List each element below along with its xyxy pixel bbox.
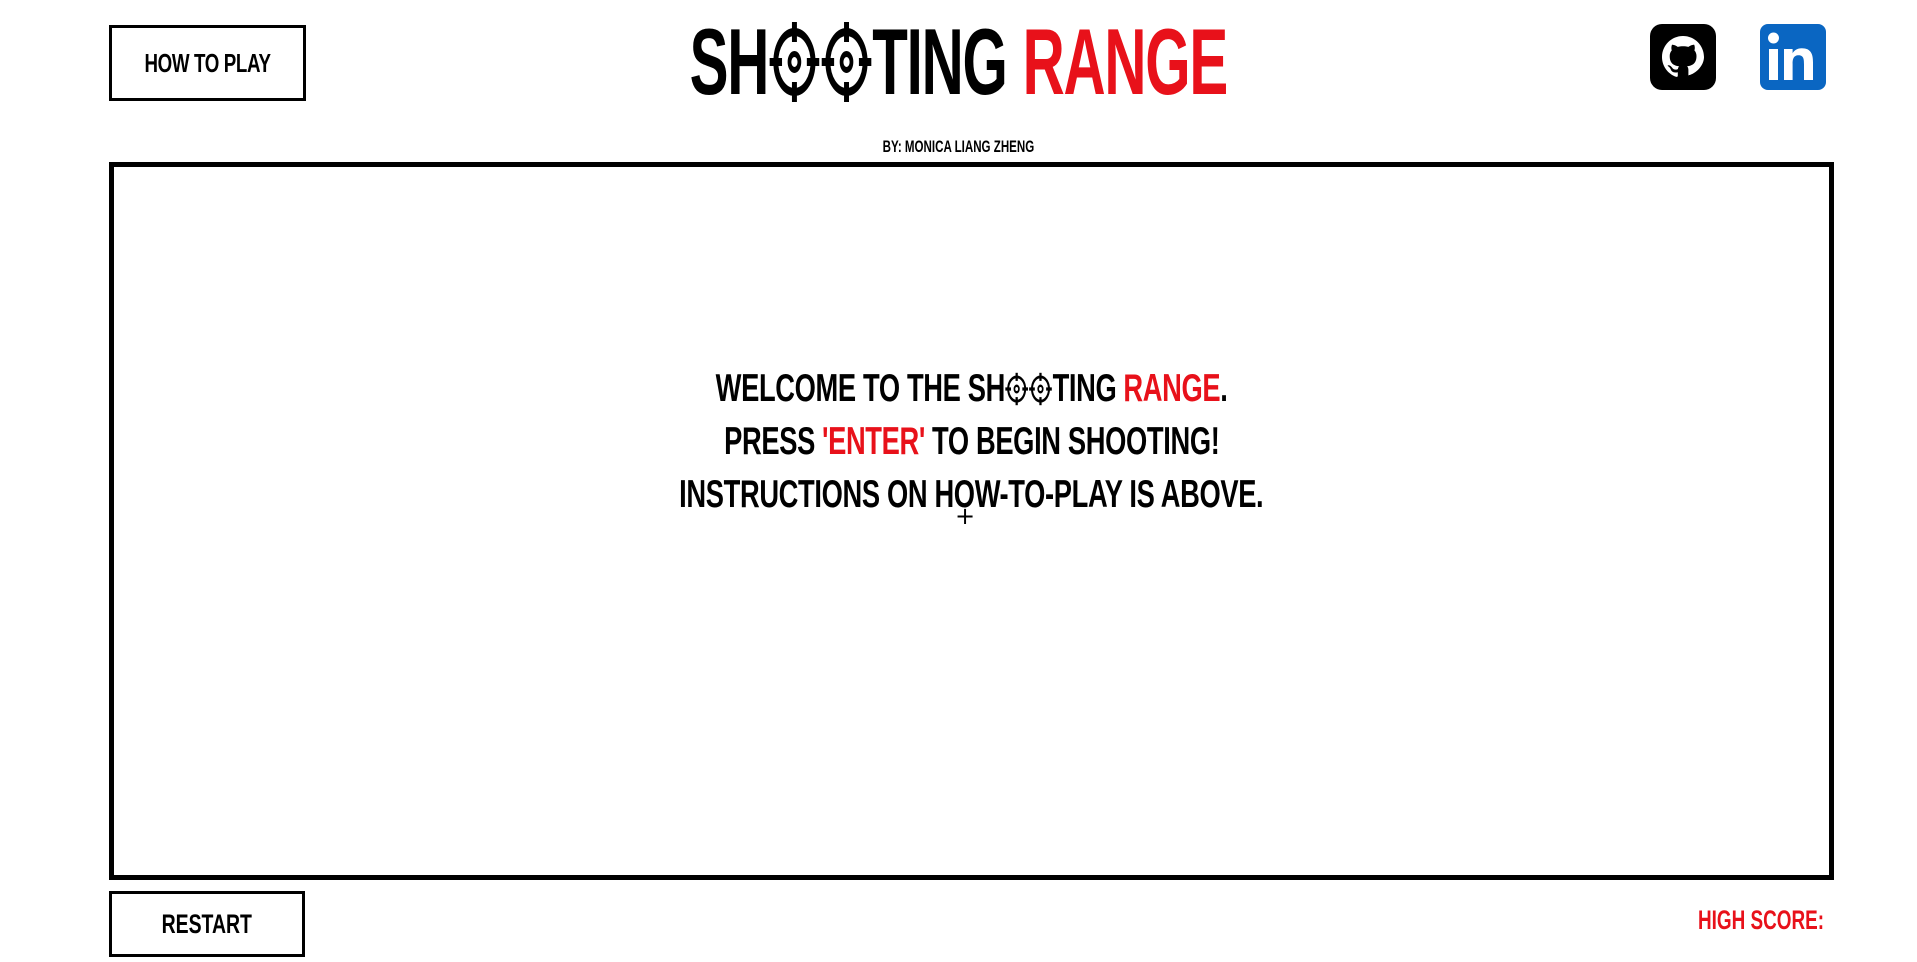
page-title: SH TING RANGE bbox=[0, 14, 1917, 110]
welcome-line1-period: . bbox=[1220, 366, 1228, 410]
crosshair-cursor: + bbox=[955, 502, 976, 530]
crosshair-icon bbox=[1029, 372, 1052, 405]
welcome-message: WELCOME TO THE SH TING RANGE . PRESS 'EN… bbox=[114, 362, 1829, 521]
welcome-line2-rest: TO BEGIN SHOOTING! bbox=[931, 419, 1220, 463]
high-score-label: HIGH SCORE: bbox=[1697, 905, 1824, 935]
github-link[interactable] bbox=[1650, 24, 1716, 90]
title-text-ting: TING bbox=[872, 9, 1007, 114]
crosshair-icon bbox=[821, 22, 872, 102]
linkedin-icon bbox=[1760, 24, 1826, 90]
welcome-line-2: PRESS 'ENTER' TO BEGIN SHOOTING! bbox=[723, 419, 1220, 464]
byline-text: BY: MONICA LIANG ZHENG bbox=[882, 137, 1035, 156]
restart-button[interactable]: RESTART bbox=[109, 891, 305, 957]
welcome-line1-range: RANGE bbox=[1123, 366, 1221, 410]
title-text-range: RANGE bbox=[1022, 9, 1229, 114]
welcome-line-1: WELCOME TO THE SH TING RANGE . bbox=[716, 367, 1228, 411]
crosshair-icon bbox=[769, 22, 820, 102]
welcome-line1-text: WELCOME TO THE SH bbox=[715, 366, 1006, 410]
welcome-line2-press: PRESS bbox=[723, 419, 815, 463]
welcome-line1-ting: TING bbox=[1052, 366, 1117, 410]
title-text-sh: SH bbox=[689, 9, 770, 114]
restart-label: RESTART bbox=[161, 908, 253, 939]
welcome-line2-enter: 'ENTER' bbox=[821, 419, 925, 463]
byline: BY: MONICA LIANG ZHENG bbox=[0, 137, 1917, 157]
crosshair-icon bbox=[1005, 372, 1029, 405]
github-icon bbox=[1650, 24, 1716, 90]
high-score: HIGH SCORE: bbox=[1644, 905, 1824, 936]
linkedin-link[interactable] bbox=[1760, 24, 1826, 90]
